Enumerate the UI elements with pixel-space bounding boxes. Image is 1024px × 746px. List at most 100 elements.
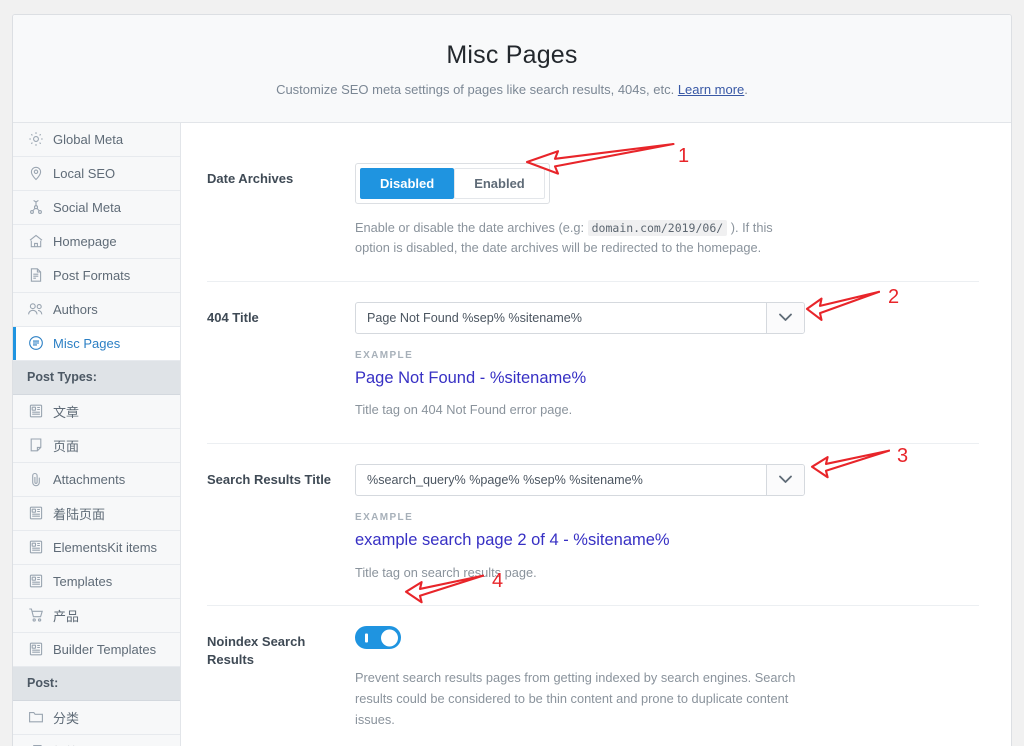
sidebar-item-分类[interactable]: 分类 [13, 700, 180, 735]
sidebar-item-homepage[interactable]: Homepage [13, 224, 180, 259]
post-icon [27, 505, 44, 522]
search-results-title-label: Search Results Title [207, 472, 332, 488]
sidebar-item-elementskit-items[interactable]: ElementsKit items [13, 530, 180, 565]
sidebar-item-label: 分类 [53, 710, 80, 726]
sidebar-item-产品[interactable]: 产品 [13, 598, 180, 633]
search-results-title-dropdown-button[interactable] [766, 465, 804, 496]
sidebar-item-templates[interactable]: Templates [13, 564, 180, 599]
noindex-search-results-label: Noindex Search Results [207, 634, 306, 667]
date-archives-help-before: Enable or disable the date archives (e.g… [355, 219, 588, 235]
page-subtitle-text: Customize SEO meta settings of pages lik… [276, 82, 678, 97]
sidebar-item-label: Homepage [53, 233, 117, 249]
sidebar-item-label: Post Formats [53, 267, 131, 283]
page-subtitle-suffix: . [744, 82, 748, 97]
sidebar-item-social-meta[interactable]: Social Meta [13, 190, 180, 225]
document-icon [27, 267, 44, 284]
sidebar-item-着陆页面[interactable]: 着陆页面 [13, 496, 180, 531]
cart-icon [27, 607, 44, 624]
404-title-example-value: Page Not Found - %sitename% [355, 368, 587, 387]
search-results-title-help: Title tag on search results page. [355, 564, 537, 580]
noindex-search-results-help: Prevent search results pages from gettin… [355, 670, 796, 727]
noindex-search-results-control: Prevent search results pages from gettin… [355, 626, 979, 730]
sidebar-item-页面[interactable]: 页面 [13, 428, 180, 463]
share-icon [27, 199, 44, 216]
users-icon [27, 301, 44, 318]
sidebar-item-label: Attachments [53, 471, 126, 487]
404-title-input[interactable]: Page Not Found %sep% %sitename% [356, 303, 766, 333]
404-title-field[interactable]: Page Not Found %sep% %sitename% [355, 301, 805, 334]
search-results-title-control: %search_query% %page% %sep% %sitename% E… [355, 464, 979, 583]
search-results-title-field[interactable]: %search_query% %page% %sep% %sitename% [355, 464, 805, 497]
date-archives-segmented: Disabled Enabled [355, 162, 550, 204]
setting-row-404-title: 404 Title Page Not Found %sep% %sitename… [207, 282, 979, 445]
sidebar-item-authors[interactable]: Authors [13, 292, 180, 327]
setting-row-date-archives: Date Archives Disabled Enabled Enable or… [207, 143, 979, 282]
post-icon [27, 641, 44, 658]
paperclip-icon [27, 471, 44, 488]
learn-more-link[interactable]: Learn more [678, 82, 744, 97]
page-icon [27, 437, 44, 454]
search-results-title-example-value: example search page 2 of 4 - %sitename% [355, 531, 670, 550]
sidebar-item-global-meta[interactable]: Global Meta [13, 122, 180, 157]
sidebar-nav: Global Meta Local SEO Social Meta Homepage P… [13, 122, 181, 746]
toggle-knob [381, 629, 398, 647]
sidebar-item-文章[interactable]: 文章 [13, 394, 180, 429]
annotation-number-4: 4 [492, 570, 504, 592]
sidebar-item-label: Local SEO [53, 165, 116, 181]
annotation-number-3: 3 [897, 445, 909, 467]
settings-card: Misc Pages Customize SEO meta settings o… [12, 14, 1012, 746]
home-icon [27, 233, 44, 250]
date-archives-help-code: domain.com/2019/06/ [587, 219, 728, 236]
sidebar-item-local-seo[interactable]: Local SEO [13, 156, 180, 191]
sidebar-group-posttypes: Post Types: [13, 360, 180, 395]
annotation-number-1: 1 [678, 145, 690, 167]
setting-row-noindex-search-results: Noindex Search Results Prevent search re… [207, 606, 979, 746]
map-pin-icon [27, 165, 44, 182]
sidebar-item-label: 产品 [53, 608, 80, 624]
search-results-title-example-label: EXAMPLE [355, 512, 414, 524]
sidebar-item-post-formats[interactable]: Post Formats [13, 258, 180, 293]
gear-icon [27, 131, 44, 148]
chevron-down-icon [779, 309, 792, 327]
sidebar-item-label: 标签 [53, 742, 79, 746]
404-title-label: 404 Title [207, 309, 259, 325]
page-header: Misc Pages Customize SEO meta settings o… [13, 15, 1011, 123]
date-archives-label: Date Archives [207, 170, 294, 186]
annotation-number-2: 2 [888, 286, 900, 308]
404-title-control: Page Not Found %sep% %sitename% EXAMPLE … [355, 301, 979, 421]
folder-icon [27, 709, 44, 726]
404-title-help: Title tag on 404 Not Found error page. [355, 402, 573, 418]
sidebar-item-label: 着陆页面 [53, 506, 106, 522]
sidebar-item-标签[interactable]: 标签 [13, 734, 180, 746]
search-results-title-input[interactable]: %search_query% %page% %sep% %sitename% [356, 465, 766, 495]
404-title-dropdown-button[interactable] [766, 302, 804, 333]
sidebar-item-label: Authors [53, 301, 98, 317]
post-icon [27, 573, 44, 590]
sidebar-item-label: Global Meta [53, 131, 124, 147]
list-circle-icon [27, 335, 44, 352]
sidebar-item-misc-pages[interactable]: Misc Pages [13, 326, 180, 361]
noindex-search-results-toggle[interactable] [355, 626, 401, 650]
page-subtitle: Customize SEO meta settings of pages lik… [33, 80, 991, 100]
sidebar-item-builder-templates[interactable]: Builder Templates [13, 632, 180, 667]
404-title-example-label: EXAMPLE [355, 349, 414, 361]
sidebar-item-label: 文章 [53, 404, 80, 420]
toggle-on-mark [365, 633, 368, 643]
sidebar-item-attachments[interactable]: Attachments [13, 462, 180, 497]
sidebar-item-label: Builder Templates [53, 641, 157, 657]
date-archives-enabled-button[interactable]: Enabled [454, 167, 545, 199]
date-archives-disabled-button[interactable]: Disabled [360, 167, 455, 199]
card-body: Global Meta Local SEO Social Meta Homepage P… [13, 122, 1011, 746]
post-icon [27, 539, 44, 556]
sidebar-item-label: ElementsKit items [53, 539, 158, 555]
date-archives-help: Enable or disable the date archives (e.g… [355, 218, 805, 259]
tag-arrow-icon [27, 743, 44, 746]
setting-row-search-results-title: Search Results Title %search_query% %pag… [207, 444, 979, 607]
sidebar-group-post: Post: [13, 666, 180, 701]
sidebar-item-label: Misc Pages [53, 335, 121, 351]
page-title: Misc Pages [446, 41, 578, 69]
post-icon [27, 403, 44, 420]
sidebar-item-label: Social Meta [53, 199, 121, 215]
settings-content: Date Archives Disabled Enabled Enable or… [181, 122, 1011, 746]
sidebar-item-label: 页面 [53, 438, 80, 454]
